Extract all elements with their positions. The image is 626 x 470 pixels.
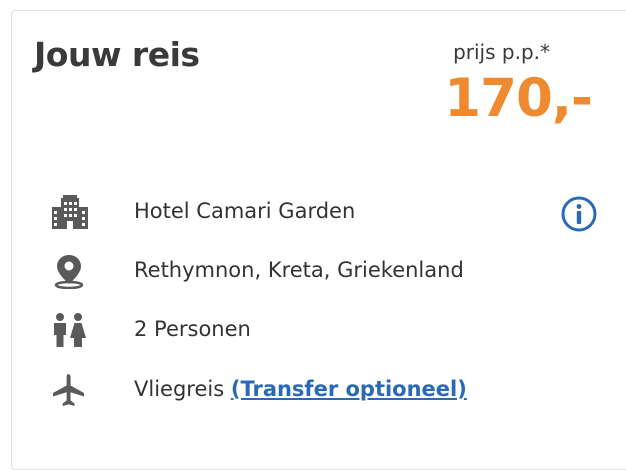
airplane-icon <box>49 370 89 410</box>
location-text: Rethymnon, Kreta, Griekenland <box>134 258 464 282</box>
transfer-link[interactable]: (Transfer optioneel) <box>231 377 467 401</box>
card-title: Jouw reis <box>34 35 200 74</box>
persons-text: 2 Personen <box>134 317 251 341</box>
travel-row: Vliegreis (Transfer optioneel) <box>0 368 626 412</box>
building-icon <box>49 192 89 232</box>
info-icon[interactable] <box>561 196 597 232</box>
hotel-name: Hotel Camari Garden <box>134 199 356 223</box>
hotel-row: Hotel Camari Garden <box>0 190 626 234</box>
price-label: prijs p.p.* <box>453 40 550 64</box>
price-value: 170,- <box>444 68 593 129</box>
people-icon <box>49 310 89 350</box>
map-pin-icon <box>49 251 89 291</box>
persons-row: 2 Personen <box>0 308 626 352</box>
travel-type-label: Vliegreis <box>134 377 225 401</box>
travel-type: Vliegreis (Transfer optioneel) <box>134 377 467 401</box>
location-row: Rethymnon, Kreta, Griekenland <box>0 249 626 293</box>
